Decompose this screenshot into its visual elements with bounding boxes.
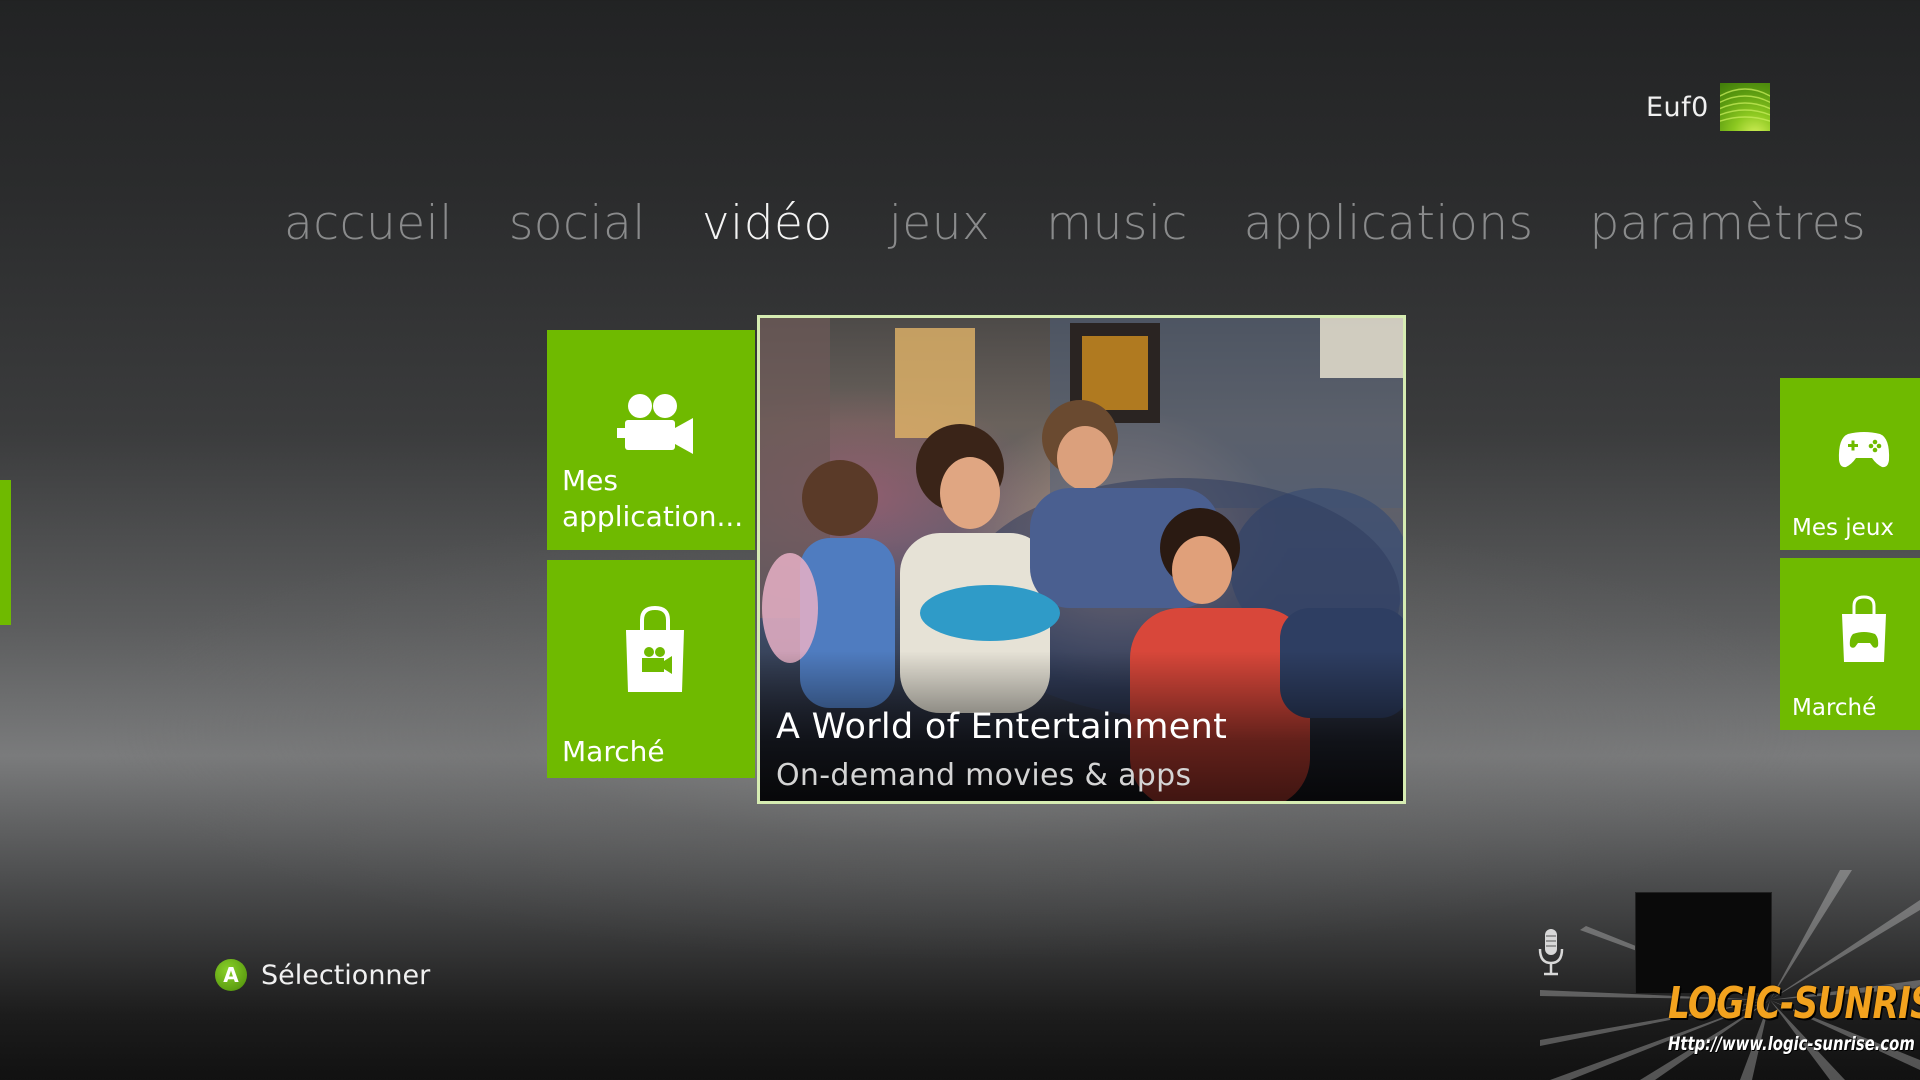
- video-market-label: Marché: [562, 735, 665, 768]
- previous-pivot-indicator[interactable]: [0, 480, 11, 625]
- my-games-label: Mes jeux: [1792, 515, 1895, 541]
- games-market-tile[interactable]: Marché: [1780, 558, 1920, 730]
- gamertag: Euf0: [1646, 92, 1709, 123]
- my-games-tile[interactable]: Mes jeux: [1780, 378, 1920, 550]
- a-button-icon: A: [215, 959, 247, 991]
- shopping-bag-controller-icon: [1842, 595, 1886, 662]
- nav-item-applications[interactable]: applications: [1244, 196, 1534, 251]
- nav-item-video[interactable]: vidéo: [702, 196, 833, 251]
- select-hint: A Sélectionner: [215, 959, 430, 991]
- watermark-logo: LOGIC-SUNRISE: [1668, 978, 1920, 1029]
- gamerpic-pattern-icon: [1720, 88, 1770, 122]
- watermark-url: Http://www.logic-sunrise.com: [1668, 1033, 1915, 1055]
- featured-title: A World of Entertainment: [776, 707, 1228, 747]
- main-nav: accueil social vidéo jeux music applicat…: [284, 196, 1920, 251]
- video-camera-icon: [617, 394, 693, 454]
- nav-item-social[interactable]: social: [509, 196, 646, 251]
- select-hint-label: Sélectionner: [261, 959, 431, 991]
- nav-item-music[interactable]: music: [1046, 196, 1187, 251]
- games-market-label: Marché: [1792, 695, 1877, 721]
- my-apps-tile[interactable]: Mes application...: [547, 330, 755, 550]
- nav-item-accueil[interactable]: accueil: [284, 196, 453, 251]
- my-apps-label: Mes application...: [562, 464, 744, 534]
- featured-subtitle: On-demand movies & apps: [776, 758, 1192, 793]
- video-market-tile[interactable]: Marché: [547, 560, 755, 778]
- featured-tile[interactable]: A World of Entertainment On-demand movie…: [757, 315, 1406, 804]
- shopping-bag-camera-icon: [626, 605, 684, 692]
- nav-item-jeux[interactable]: jeux: [889, 196, 991, 251]
- nav-item-parametres[interactable]: paramètres: [1590, 196, 1867, 251]
- controller-icon: [1838, 432, 1890, 468]
- gamerpic[interactable]: [1720, 83, 1770, 131]
